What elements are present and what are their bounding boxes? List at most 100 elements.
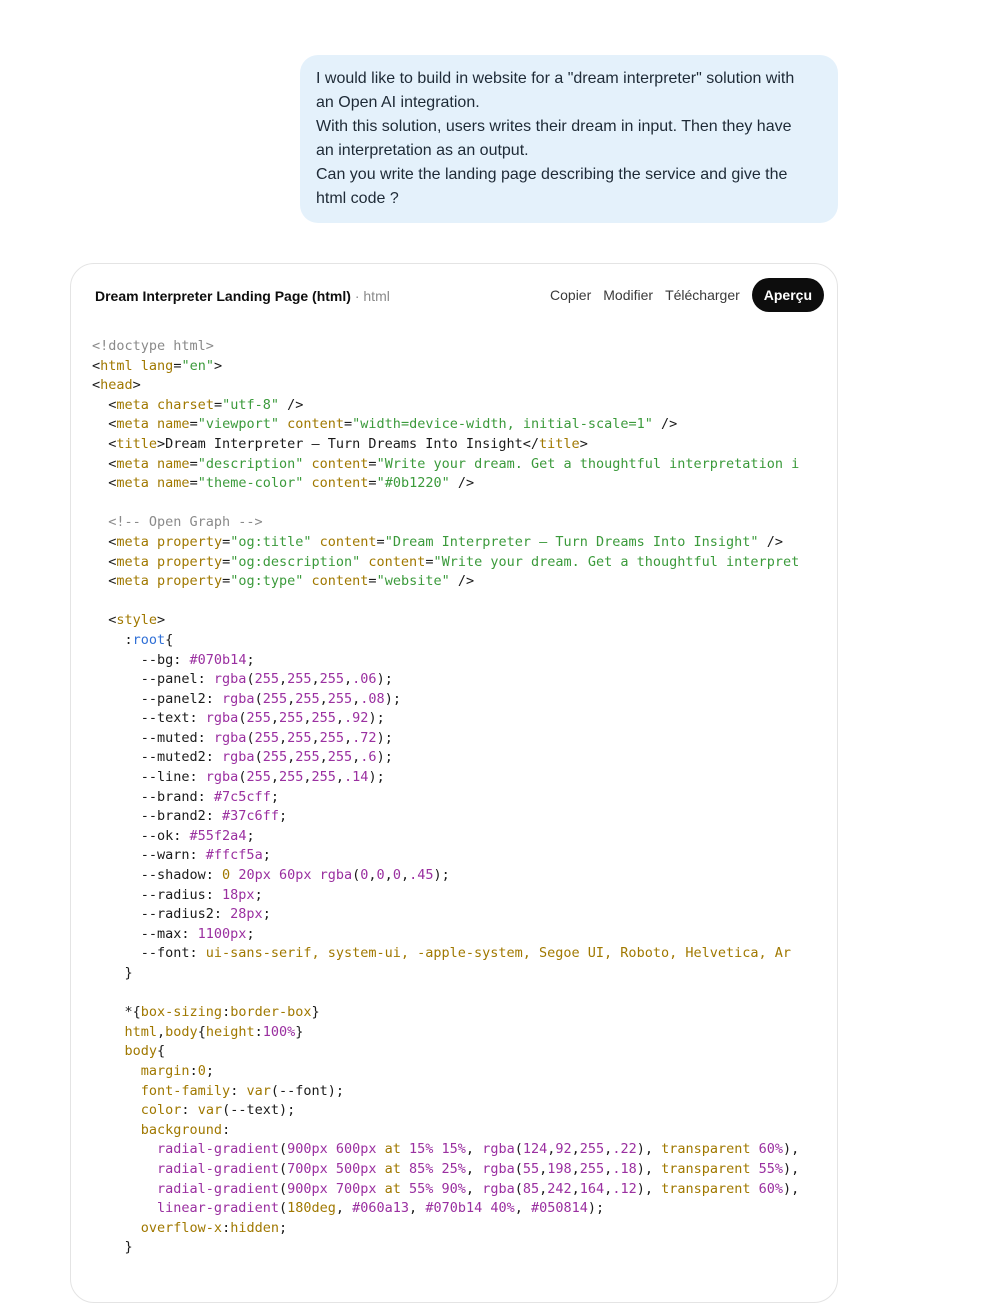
code-token: --shadow: [92, 867, 223, 884]
code-token: < [92, 455, 117, 472]
code-token: --bg: [92, 651, 190, 668]
copy-button[interactable]: Copier [550, 287, 591, 303]
code-token: { [197, 1023, 206, 1040]
code-token: meta [116, 533, 149, 550]
code-token: : [222, 1004, 231, 1021]
code-token: "Write your dream. Get a thoughtful inte… [433, 553, 800, 570]
code-line: --radius: 18px; [92, 886, 822, 906]
code-token: --muted: [92, 729, 214, 746]
code-token: .72 [352, 729, 377, 746]
code-token: ); [384, 690, 401, 707]
edit-button[interactable]: Modifier [603, 287, 653, 303]
code-line: --font: ui-sans-serif, system-ui, -apple… [92, 944, 822, 964]
code-line: <title>Dream Interpreter — Turn Dreams I… [92, 435, 822, 455]
code-token: "Write your dream. Get a thoughtful inte… [376, 455, 800, 472]
code-token: ), [783, 1160, 800, 1177]
code-token: #ffcf5a [205, 847, 263, 864]
code-token: root [132, 631, 166, 648]
code-token: --font: [92, 945, 206, 962]
code-token: radial-gradient [157, 1160, 279, 1177]
code-token: content [311, 573, 369, 590]
code-token: 85 [522, 1180, 540, 1197]
code-token: ), [783, 1141, 800, 1158]
code-block[interactable]: <!doctype html> <html lang="en"> <head> <m… [92, 337, 822, 1258]
code-token: rgba [482, 1141, 515, 1158]
code-token: 55 [522, 1160, 540, 1177]
code-token: "en" [181, 357, 214, 374]
code-token: --radius2: [92, 906, 231, 923]
code-line: <meta charset="utf-8" /> [92, 396, 822, 416]
code-token: charset [157, 396, 214, 413]
code-token: ; [278, 1219, 288, 1236]
code-token: : [92, 631, 133, 648]
code-token: } [311, 1004, 320, 1021]
code-token: meta [116, 475, 149, 492]
code-token: "theme-color" [197, 475, 304, 492]
code-token: 255 [287, 729, 312, 746]
code-token: 255 [246, 769, 271, 786]
code-line: --ok: #55f2a4; [92, 827, 822, 847]
code-token: , [335, 1200, 353, 1217]
code-line: <!-- Open Graph --> [92, 513, 822, 533]
code-token: /> [279, 396, 304, 413]
code-token: rgba [213, 671, 247, 688]
code-token: 255 [295, 690, 320, 707]
code-line: --line: rgba(255,255,255,.14); [92, 768, 822, 788]
preview-button[interactable]: Aperçu [751, 278, 824, 312]
code-token: "og:type" [230, 573, 304, 590]
code-token: font-family [140, 1082, 231, 1099]
code-token: } [92, 1239, 133, 1256]
code-line: :root{ [92, 631, 822, 651]
code-token: = [213, 396, 223, 413]
code-line: } [92, 964, 822, 984]
code-token: , [311, 671, 320, 688]
code-token: rgba [205, 769, 239, 786]
code-token: = [189, 455, 198, 472]
code-token: ), [636, 1160, 662, 1177]
code-token: 900px 600px [287, 1141, 377, 1158]
code-token: html [100, 357, 133, 374]
code-token: .08 [360, 690, 385, 707]
code-token: 164 [579, 1180, 605, 1197]
code-token: #070b14 40% [425, 1200, 515, 1217]
code-token: content [368, 553, 426, 570]
code-line: overflow-x:hidden; [92, 1219, 822, 1239]
code-line: <meta property="og:type" content="websit… [92, 572, 822, 592]
code-line: <meta property="og:title" content="Dream… [92, 533, 822, 553]
code-token: , [303, 769, 312, 786]
code-token: , [344, 729, 353, 746]
code-token: 255 [579, 1141, 605, 1158]
code-token: ); [587, 1200, 605, 1217]
code-token: rgba [482, 1180, 515, 1197]
code-token: 60% [758, 1180, 784, 1197]
code-token: content [319, 533, 377, 550]
code-token: ( [246, 729, 255, 746]
code-token: ( [278, 1180, 288, 1197]
code-token: ( [246, 671, 255, 688]
code-token: --brand: [92, 788, 214, 805]
code-token: 255 [579, 1160, 605, 1177]
code-token: content [311, 475, 369, 492]
code-token: > [213, 357, 223, 374]
code-token: transparent [661, 1180, 759, 1197]
download-button[interactable]: Télécharger [665, 287, 740, 303]
code-token: 0 [197, 1062, 206, 1079]
code-line: --bg: #070b14; [92, 651, 822, 671]
code-token: , [571, 1180, 580, 1197]
code-token: < [92, 416, 117, 433]
code-token: , [571, 1160, 580, 1177]
code-token: , [287, 749, 296, 766]
code-token: = [344, 416, 353, 433]
title-separator: · [350, 288, 364, 304]
code-token: , [335, 769, 345, 786]
code-token: , [319, 690, 328, 707]
code-token: title [116, 435, 158, 452]
